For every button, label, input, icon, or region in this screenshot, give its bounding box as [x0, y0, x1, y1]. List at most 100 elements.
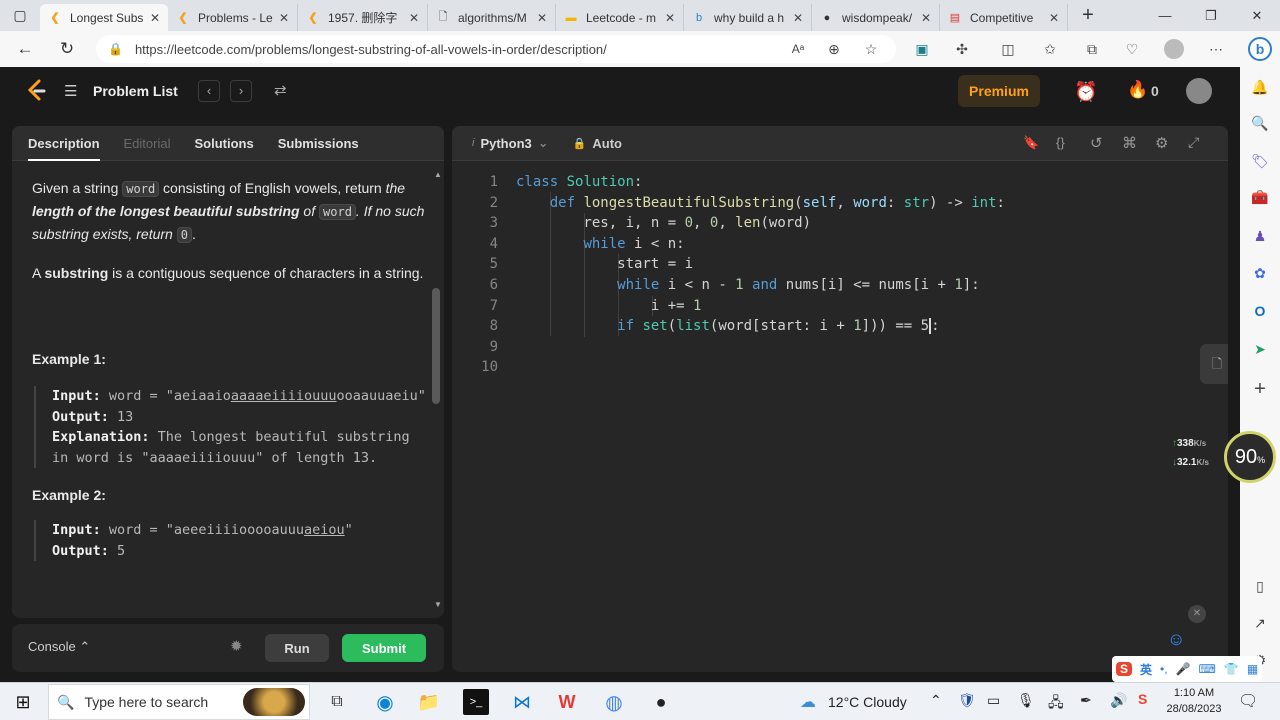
tab-solutions[interactable]: Solutions — [194, 126, 253, 161]
scrollbar-thumb[interactable] — [432, 288, 440, 404]
close-icon[interactable]: ✕ — [665, 11, 675, 25]
refresh-icon[interactable]: ↻ — [54, 37, 80, 61]
browser-tab[interactable]: ▤ Competitive ✕ — [940, 4, 1068, 31]
browser-tab[interactable]: ❮ Problems - Le ✕ — [168, 4, 298, 31]
favorites-icon[interactable]: ✩ — [1040, 39, 1060, 59]
chat-feedback-icon[interactable]: ☺ — [1167, 629, 1185, 650]
minimize-icon[interactable]: — — [1142, 0, 1188, 31]
new-tab-icon[interactable]: + — [1068, 0, 1108, 31]
close-icon[interactable]: ✕ — [150, 11, 160, 25]
debug-bug-icon[interactable]: ✹ — [230, 637, 243, 655]
submit-button[interactable]: Submit — [342, 634, 426, 662]
shortcuts-icon[interactable]: ⌘ — [1122, 134, 1137, 152]
problem-list-link[interactable]: Problem List — [93, 83, 178, 99]
task-view-icon[interactable]: ⧉ — [324, 689, 350, 715]
add-icon[interactable]: + — [1248, 377, 1272, 401]
timer-alarm-icon[interactable]: ⏰ — [1074, 80, 1098, 104]
tray-device-icon[interactable]: ▭ — [987, 692, 1000, 709]
close-circle-icon[interactable]: ✕ — [1188, 605, 1206, 623]
tab-editorial[interactable]: Editorial — [124, 126, 171, 161]
zoom-icon[interactable]: ⊕ — [824, 39, 844, 59]
shuffle-icon[interactable]: ⇄ — [274, 81, 287, 99]
tab-submissions[interactable]: Submissions — [278, 126, 359, 161]
wps-office-icon[interactable]: W — [554, 689, 580, 715]
collections-icon[interactable]: ⧉ — [1082, 39, 1102, 59]
run-button[interactable]: Run — [265, 634, 329, 662]
streak-flame-icon[interactable]: 🔥 — [1127, 80, 1148, 100]
defender-shield-icon[interactable]: 🛡 — [958, 692, 976, 709]
browser-tab[interactable]: ▬ Leetcode - m ✕ — [556, 4, 684, 31]
browser-tab[interactable]: b why build a h ✕ — [684, 4, 812, 31]
console-toggle[interactable]: Console ⌃ — [28, 639, 90, 655]
pen-icon[interactable]: ✒ — [1080, 692, 1092, 709]
tag-icon[interactable]: 🏷 — [1248, 149, 1272, 173]
url-field[interactable]: 🔒 https://leetcode.com/problems/longest-… — [96, 35, 896, 63]
bookmark-icon[interactable]: 🔖 — [1023, 135, 1039, 151]
browser-essentials-icon[interactable]: ♡ — [1122, 39, 1142, 59]
prev-problem-icon[interactable]: ‹ — [198, 80, 220, 102]
close-icon[interactable]: ✕ — [793, 11, 803, 25]
volume-icon[interactable]: 🔊 — [1110, 692, 1127, 709]
premium-button[interactable]: Premium — [958, 75, 1040, 107]
bing-copilot-icon[interactable]: b — [1248, 37, 1272, 61]
editor-settings-icon[interactable]: ⚙ — [1155, 134, 1168, 152]
expand-icon[interactable]: ⤢ — [1188, 134, 1199, 151]
sogou-ime-icon[interactable]: S — [1116, 662, 1133, 676]
close-icon[interactable]: ✕ — [409, 11, 419, 25]
browser-tab[interactable]: 🗋 algorithms/M ✕ — [428, 4, 556, 31]
ime-keyboard-icon[interactable]: ⌨ — [1199, 662, 1216, 676]
terminal-icon[interactable]: >_ — [463, 689, 489, 715]
browser-tab[interactable]: ● wisdompeak/ ✕ — [812, 4, 940, 31]
search-icon[interactable]: 🔍 — [1248, 111, 1272, 135]
action-center-icon[interactable]: 🗨 — [1238, 691, 1258, 711]
ime-voice-icon[interactable]: 🎤 — [1176, 662, 1191, 676]
extensions-puzzle-icon[interactable]: ✣ — [952, 39, 972, 59]
send-icon[interactable]: ➤ — [1248, 337, 1272, 361]
side-note-icon[interactable]: 🗋 — [1200, 344, 1228, 384]
favorite-star-icon[interactable]: ☆ — [861, 39, 881, 59]
back-arrow-icon[interactable]: ← — [12, 37, 38, 61]
chevron-down-icon[interactable]: ⌄ — [538, 135, 549, 151]
code-editor[interactable]: 1 class Solution: 2 def longestBeautifulS… — [452, 172, 1228, 652]
reset-icon[interactable]: ↺ — [1090, 134, 1103, 152]
tab-actions-icon[interactable]: ▢ — [0, 0, 40, 31]
external-link-icon[interactable]: ↗ — [1248, 611, 1272, 635]
notification-bell-icon[interactable]: 🔔 — [1248, 75, 1272, 99]
recorder-app-icon[interactable]: ● — [648, 689, 674, 715]
vscode-icon[interactable]: ⋈ — [509, 689, 535, 715]
taskbar-search-box[interactable]: 🔍 Type here to search — [48, 684, 310, 720]
chrome-icon[interactable]: ◍ — [601, 689, 627, 715]
ime-punctuation-icon[interactable]: •, — [1160, 662, 1168, 676]
outlook-icon[interactable]: O — [1248, 299, 1272, 323]
taskbar-clock[interactable]: 1:10 AM 28/08/2023 — [1166, 685, 1222, 717]
ime-apps-icon[interactable]: ▦ — [1247, 662, 1258, 676]
file-explorer-icon[interactable]: 📁 — [416, 689, 442, 715]
profile-avatar[interactable] — [1164, 39, 1184, 59]
next-problem-icon[interactable]: › — [230, 80, 252, 102]
list-icon[interactable]: ☰ — [64, 82, 77, 100]
leetcode-logo-icon[interactable] — [26, 79, 48, 103]
chess-icon[interactable]: ♟ — [1248, 224, 1272, 248]
browser-tab[interactable]: ❮ Longest Subs ✕ — [40, 4, 168, 31]
sidebar-layout-icon[interactable]: ▯ — [1248, 574, 1272, 598]
scroll-up-arrow-icon[interactable]: ▲ — [434, 170, 442, 179]
split-screen-icon[interactable]: ◫ — [998, 39, 1018, 59]
weather-text[interactable]: 12°C Cloudy — [828, 694, 907, 710]
close-icon[interactable]: ✕ — [279, 11, 289, 25]
windows-start-icon[interactable]: ⊞ — [10, 689, 36, 715]
memory-usage-gauge[interactable]: 90% — [1224, 431, 1276, 483]
extension-icon[interactable]: ▣ — [912, 39, 932, 59]
browser-tab[interactable]: ❮ 1957. 删除字 ✕ — [298, 4, 428, 31]
window-close-icon[interactable]: ✕ — [1234, 0, 1280, 31]
edge-app-icon[interactable]: ◉ — [372, 689, 398, 715]
network-icon[interactable]: 🖧 — [1048, 692, 1064, 716]
format-braces-icon[interactable]: {} — [1056, 135, 1065, 150]
user-avatar[interactable] — [1186, 78, 1212, 104]
ime-skin-icon[interactable]: 👕 — [1224, 662, 1239, 676]
close-icon[interactable]: ✕ — [921, 11, 931, 25]
close-icon[interactable]: ✕ — [537, 11, 547, 25]
description-scrollbar[interactable]: ▲ ▼ — [432, 170, 442, 610]
language-select[interactable]: Python3 — [480, 136, 531, 151]
microsoft-365-icon[interactable]: ✿ — [1248, 261, 1272, 285]
toolbox-icon[interactable]: 🧰 — [1248, 185, 1272, 209]
